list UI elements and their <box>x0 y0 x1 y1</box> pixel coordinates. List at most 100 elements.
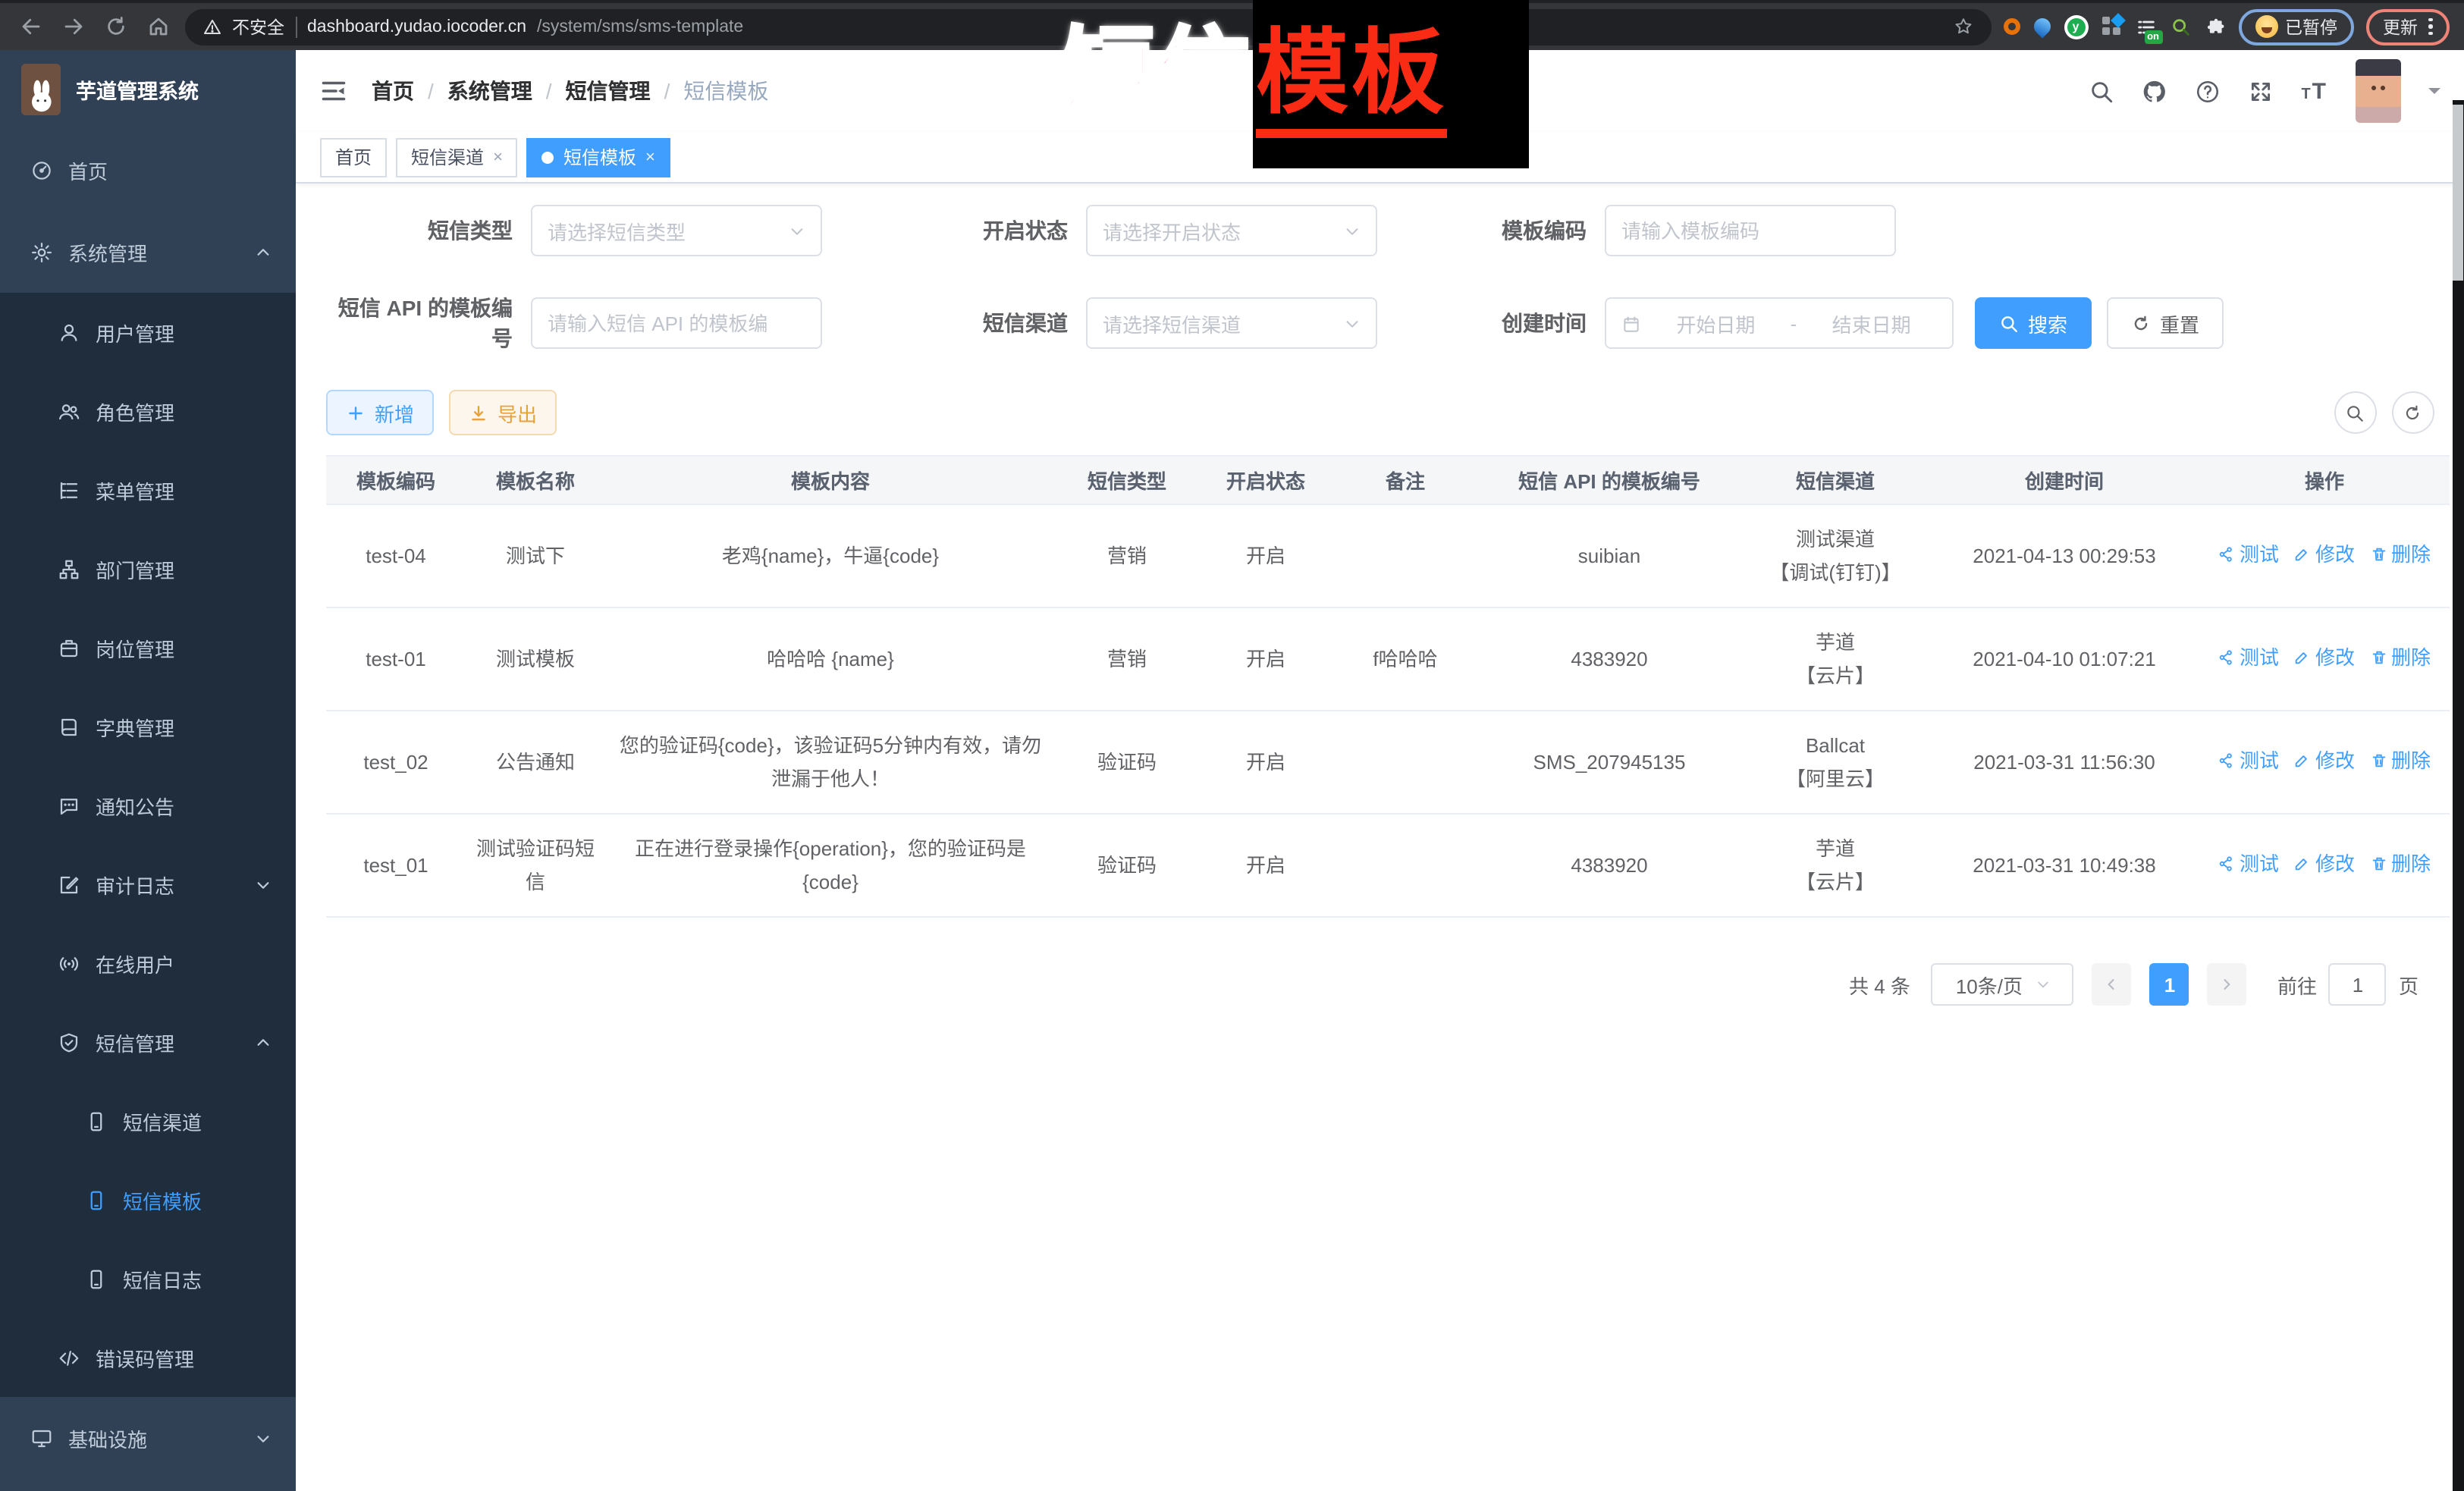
api-template-id-input[interactable] <box>548 312 805 334</box>
browser-profile-badge[interactable]: 已暂停 <box>2238 8 2354 45</box>
sidebar-item-sms-log[interactable]: 短信日志 <box>0 1239 296 1318</box>
tree-list-icon <box>58 479 80 501</box>
on-badge: on <box>2144 30 2162 43</box>
edit-link[interactable]: 修改 <box>2294 642 2355 674</box>
sidebar-item-label: 系统管理 <box>68 237 147 266</box>
show-search-button[interactable] <box>2334 391 2376 434</box>
avatar-caret-icon[interactable] <box>2428 88 2440 100</box>
test-link[interactable]: 测试 <box>2218 642 2279 674</box>
fullscreen-icon[interactable] <box>2248 78 2274 104</box>
tab-home[interactable]: 首页 <box>320 137 387 177</box>
sidebar-item-sms-template[interactable]: 短信模板 <box>0 1160 296 1239</box>
sidebar-item-menu-management[interactable]: 菜单管理 <box>0 450 296 529</box>
create-time-label: 创建时间 <box>1499 308 1605 338</box>
sidebar-item-user-management[interactable]: 用户管理 <box>0 293 296 372</box>
green-y-extension-icon[interactable]: y <box>2064 14 2088 39</box>
status-label: 开启状态 <box>980 215 1086 246</box>
search-icon[interactable] <box>2089 78 2114 104</box>
sidebar-item-error-code[interactable]: 错误码管理 <box>0 1318 296 1397</box>
blue-pin-extension-icon[interactable] <box>2029 14 2053 38</box>
breadcrumb-home[interactable]: 首页 <box>372 76 414 106</box>
goto-page-input[interactable] <box>2329 963 2387 1006</box>
sidebar-item-label: 角色管理 <box>96 397 174 425</box>
profile-status-label: 已暂停 <box>2285 14 2337 39</box>
sidebar-item-audit-log[interactable]: 审计日志 <box>0 845 296 924</box>
chevron-down-icon <box>255 1430 272 1446</box>
prev-page-button[interactable] <box>2092 963 2132 1006</box>
extensions-puzzle-icon[interactable] <box>2205 16 2226 37</box>
delete-link[interactable]: 删除 <box>2370 642 2431 674</box>
help-icon[interactable] <box>2195 78 2221 104</box>
edit-link[interactable]: 修改 <box>2294 538 2355 571</box>
bookmark-star-icon[interactable] <box>1953 17 1973 36</box>
browser-home-icon[interactable] <box>143 11 173 42</box>
address-bar[interactable]: 不安全 dashboard.yudao.iocoder.cn /system/s… <box>185 8 1991 45</box>
tab-sms-template[interactable]: 短信模板 × <box>527 137 670 177</box>
sms-type-select[interactable]: 请选择短信类型 <box>531 205 822 256</box>
table-row: test_01 测试验证码短信 正在进行登录操作{operation}，您的验证… <box>326 814 2450 917</box>
date-range-picker[interactable]: 开始日期 - 结束日期 <box>1605 297 1954 349</box>
page-size-select[interactable]: 10条/页 <box>1932 963 2074 1006</box>
magnifier-extension-icon[interactable] <box>2170 16 2191 37</box>
page-scrollbar[interactable] <box>2452 100 2464 1491</box>
sidebar-item-infrastructure[interactable]: 基础设施 <box>0 1397 296 1479</box>
grid-extension-icon[interactable] <box>2101 17 2121 36</box>
sidebar-item-online-users[interactable]: 在线用户 <box>0 924 296 1003</box>
browser-menu-icon[interactable] <box>2428 18 2432 36</box>
browser-reload-icon[interactable] <box>100 11 130 42</box>
phone-icon <box>85 1110 108 1132</box>
sidebar-item-label: 菜单管理 <box>96 476 174 504</box>
table-row: test-01 测试模板 哈哈哈 {name} 营销 开启 f哈哈哈 43839… <box>326 607 2450 711</box>
sidebar-item-sms-management[interactable]: 短信管理 <box>0 1003 296 1081</box>
tab-sms-channel[interactable]: 短信渠道 × <box>396 137 518 177</box>
close-icon[interactable]: × <box>645 148 655 166</box>
test-link[interactable]: 测试 <box>2218 848 2279 880</box>
sidebar-collapse-icon[interactable] <box>320 77 347 105</box>
orange-ring-extension-icon[interactable] <box>2003 18 2020 35</box>
reset-button[interactable]: 重置 <box>2107 297 2224 349</box>
chevron-down-icon <box>2035 977 2050 992</box>
sidebar-item-sms-channel[interactable]: 短信渠道 <box>0 1081 296 1160</box>
app-logo-row[interactable]: 芋道管理系统 <box>0 50 296 129</box>
sidebar-item-notice[interactable]: 通知公告 <box>0 766 296 845</box>
refresh-button[interactable] <box>2391 391 2434 434</box>
sidebar-item-department-management[interactable]: 部门管理 <box>0 529 296 608</box>
sidebar-item-role-management[interactable]: 角色管理 <box>0 372 296 450</box>
breadcrumb-system[interactable]: 系统管理 <box>447 76 532 106</box>
github-icon[interactable] <box>2142 78 2167 104</box>
add-button[interactable]: 新增 <box>326 390 434 435</box>
edit-link[interactable]: 修改 <box>2294 848 2355 880</box>
breadcrumb-sms[interactable]: 短信管理 <box>566 76 651 106</box>
sidebar-item-dict-management[interactable]: 字典管理 <box>0 687 296 766</box>
next-page-button[interactable] <box>2208 963 2247 1006</box>
test-link[interactable]: 测试 <box>2218 745 2279 777</box>
template-code-input[interactable] <box>1621 219 1879 242</box>
update-label: 更新 <box>2383 14 2418 39</box>
export-button[interactable]: 导出 <box>449 390 557 435</box>
close-icon[interactable]: × <box>493 148 503 166</box>
table-row: test-04 测试下 老鸡{name}，牛逼{code} 营销 开启 suib… <box>326 504 2450 607</box>
sidebar-item-label: 部门管理 <box>96 554 174 583</box>
sidebar-item-home[interactable]: 首页 <box>0 129 296 211</box>
sidebar-item-post-management[interactable]: 岗位管理 <box>0 608 296 687</box>
status-select[interactable]: 请选择开启状态 <box>1086 205 1377 256</box>
test-link[interactable]: 测试 <box>2218 538 2279 571</box>
page-number-1[interactable]: 1 <box>2150 963 2189 1006</box>
delete-link[interactable]: 删除 <box>2370 745 2431 777</box>
search-button[interactable]: 搜索 <box>1975 297 2092 349</box>
user-avatar[interactable] <box>2355 59 2400 123</box>
delete-link[interactable]: 删除 <box>2370 538 2431 571</box>
list-extension-icon[interactable]: on <box>2135 16 2156 37</box>
delete-link[interactable]: 删除 <box>2370 848 2431 880</box>
browser-update-button[interactable]: 更新 <box>2366 8 2449 45</box>
channel-select[interactable]: 请选择短信渠道 <box>1086 297 1377 349</box>
browser-forward-icon[interactable] <box>58 11 88 42</box>
font-size-icon[interactable]: TT <box>2301 78 2327 104</box>
edit-link[interactable]: 修改 <box>2294 745 2355 777</box>
browser-back-icon[interactable] <box>15 11 46 42</box>
sidebar-item-label: 短信模板 <box>123 1185 202 1214</box>
sidebar-item-label: 岗位管理 <box>96 633 174 662</box>
sidebar-item-system-management[interactable]: 系统管理 <box>0 211 296 293</box>
scrollbar-thumb[interactable] <box>2453 105 2463 281</box>
chevron-down-icon <box>255 876 272 893</box>
